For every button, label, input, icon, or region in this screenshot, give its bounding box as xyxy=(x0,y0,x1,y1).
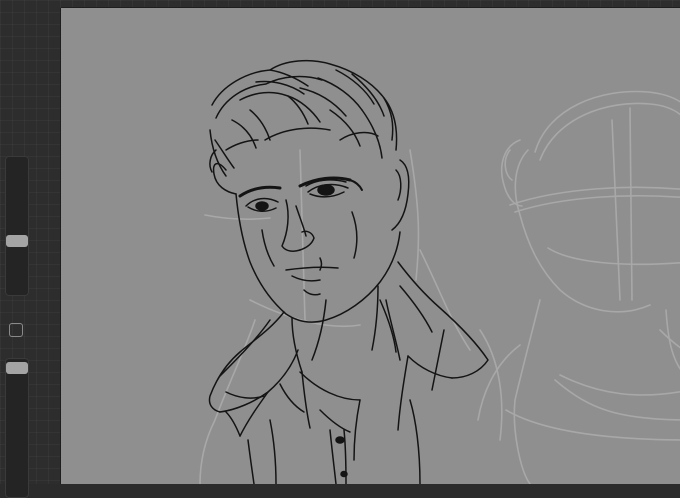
brush-size-slider-thumb[interactable] xyxy=(6,234,28,247)
sketch-artwork xyxy=(199,59,680,484)
brush-opacity-slider[interactable] xyxy=(5,358,29,498)
brush-opacity-slider-thumb[interactable] xyxy=(6,362,28,375)
left-sidebar xyxy=(0,0,34,498)
drawing-canvas[interactable] xyxy=(61,8,680,484)
square-outline-icon[interactable] xyxy=(9,323,23,337)
portrait-line-art xyxy=(208,59,489,484)
construction-sketch xyxy=(199,90,680,484)
brush-size-slider[interactable] xyxy=(5,156,29,296)
